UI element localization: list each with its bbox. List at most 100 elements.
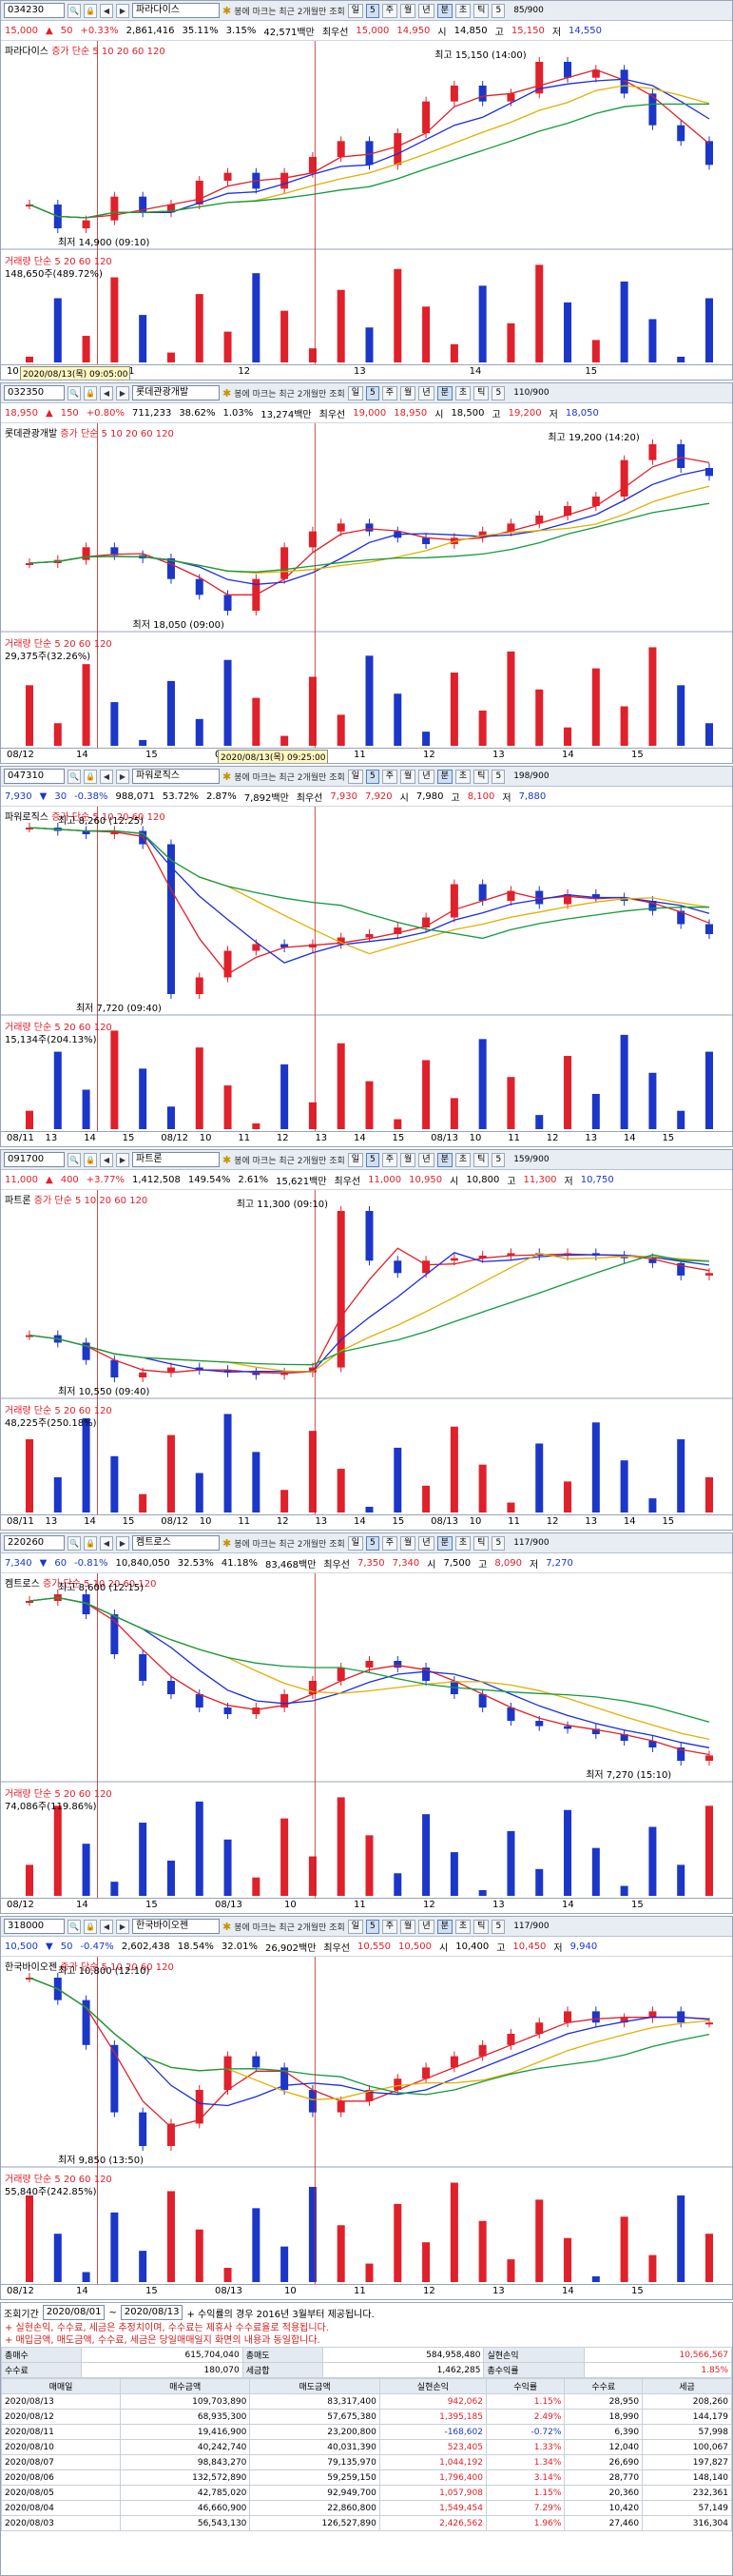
period-button-1[interactable]: 주 [381, 1919, 398, 1934]
price-chart[interactable] [1, 41, 733, 381]
interval-select[interactable]: 5 [366, 3, 379, 18]
period-button-2[interactable]: 월 [400, 1919, 416, 1934]
interval-select[interactable]: 5 [366, 1919, 379, 1934]
next-icon[interactable]: ▶ [116, 3, 129, 18]
period-button-4[interactable]: 분 [436, 1535, 453, 1551]
next-icon[interactable]: ▶ [116, 385, 129, 400]
period-button-2[interactable]: 월 [400, 1535, 416, 1551]
next-icon[interactable]: ▶ [116, 1919, 129, 1934]
search-icon[interactable]: 🔍 [68, 3, 81, 18]
period-button-6[interactable]: 틱 [473, 385, 490, 400]
interval-select[interactable]: 5 [366, 385, 379, 400]
lock-icon[interactable]: 🔒 [84, 1535, 97, 1551]
period-button-6[interactable]: 틱 [473, 1535, 490, 1551]
period-button-0[interactable]: 일 [347, 1919, 364, 1934]
stock-code-input[interactable]: 220260 [4, 1535, 65, 1551]
stock-name[interactable]: 한국바이오젠 [132, 1919, 220, 1934]
next-icon[interactable]: ▶ [116, 1535, 129, 1551]
period-button-2[interactable]: 월 [400, 769, 416, 784]
lock-icon[interactable]: 🔒 [84, 1152, 97, 1167]
price-chart[interactable] [1, 1573, 733, 1914]
period-button-4[interactable]: 분 [436, 1152, 453, 1167]
interval-select[interactable]: 5 [492, 3, 506, 18]
period-button-0[interactable]: 일 [347, 1535, 364, 1551]
interval-select[interactable]: 5 [366, 1152, 379, 1167]
period-button-3[interactable]: 년 [418, 1152, 434, 1167]
period-button-6[interactable]: 틱 [473, 769, 490, 784]
lock-icon[interactable]: 🔒 [84, 769, 97, 784]
prev-icon[interactable]: ◀ [100, 385, 113, 400]
interval-select[interactable]: 5 [492, 769, 506, 784]
price-chart[interactable] [1, 807, 733, 1147]
lock-icon[interactable]: 🔒 [84, 3, 97, 18]
interval-select[interactable]: 5 [492, 1152, 506, 1167]
stock-code-input[interactable]: 091700 [4, 1152, 65, 1167]
lock-icon[interactable]: 🔒 [84, 385, 97, 400]
column-header[interactable]: 수수료 [564, 2378, 644, 2394]
period-button-2[interactable]: 월 [400, 3, 416, 18]
column-header[interactable]: 실현손익 [378, 2378, 487, 2394]
interval-select[interactable]: 5 [492, 1919, 506, 1934]
price-chart[interactable] [1, 423, 733, 764]
period-button-6[interactable]: 틱 [473, 1919, 490, 1934]
stock-code-input[interactable]: 318000 [4, 1919, 65, 1934]
search-icon[interactable]: 🔍 [68, 1919, 81, 1934]
period-button-5[interactable]: 초 [454, 385, 472, 400]
period-button-0[interactable]: 일 [347, 769, 364, 784]
period-button-3[interactable]: 년 [418, 3, 434, 18]
period-button-5[interactable]: 초 [454, 1535, 472, 1551]
table-row[interactable]: 2020/08/04 46,660,900 22,860,800 1,549,454 7… [1, 2500, 732, 2516]
table-row[interactable]: 2020/08/05 42,785,020 92,949,700 1,057,908 1… [1, 2485, 732, 2501]
stock-name[interactable]: 파라다이스 [132, 3, 220, 18]
price-chart[interactable] [1, 1957, 733, 2300]
table-row[interactable]: 2020/08/10 40,242,740 40,031,390 523,405 1.3… [1, 2439, 732, 2455]
prev-icon[interactable]: ◀ [100, 1535, 113, 1551]
period-button-0[interactable]: 일 [347, 3, 364, 18]
table-row[interactable]: 2020/08/13 109,703,890 83,317,400 942,062 1.… [1, 2393, 732, 2410]
search-icon[interactable]: 🔍 [68, 1535, 81, 1551]
interval-select[interactable]: 5 [492, 1535, 506, 1551]
interval-select[interactable]: 5 [492, 385, 506, 400]
period-button-3[interactable]: 년 [418, 1919, 434, 1934]
stock-code-input[interactable]: 034230 [4, 3, 65, 18]
prev-icon[interactable]: ◀ [100, 1152, 113, 1167]
period-button-3[interactable]: 년 [418, 769, 434, 784]
table-row[interactable]: 2020/08/03 56,543,130 126,527,890 2,426,562… [1, 2515, 732, 2531]
stock-name[interactable]: 파워로직스 [132, 769, 220, 784]
period-button-5[interactable]: 초 [454, 3, 472, 18]
period-button-1[interactable]: 주 [381, 769, 398, 784]
prev-icon[interactable]: ◀ [100, 3, 113, 18]
search-icon[interactable]: 🔍 [68, 1152, 81, 1167]
table-row[interactable]: 2020/08/12 68,935,300 57,675,380 1,395,185 2… [1, 2409, 732, 2425]
column-header[interactable]: 매매일 [1, 2378, 121, 2394]
period-button-6[interactable]: 틱 [473, 3, 490, 18]
stock-code-input[interactable]: 047310 [4, 769, 65, 784]
period-button-1[interactable]: 주 [381, 385, 398, 400]
column-header[interactable]: 세금 [642, 2378, 732, 2394]
period-button-5[interactable]: 초 [454, 769, 472, 784]
stock-code-input[interactable]: 032350 [4, 385, 65, 400]
period-button-0[interactable]: 일 [347, 1152, 364, 1167]
date-from-input[interactable]: 2020/08/01 [42, 2305, 106, 2320]
period-button-4[interactable]: 분 [436, 3, 453, 18]
period-button-5[interactable]: 초 [454, 1919, 472, 1934]
lock-icon[interactable]: 🔒 [84, 1919, 97, 1934]
period-button-5[interactable]: 초 [454, 1152, 472, 1167]
period-button-6[interactable]: 틱 [473, 1152, 490, 1167]
period-button-1[interactable]: 주 [381, 1535, 398, 1551]
next-icon[interactable]: ▶ [116, 1152, 129, 1167]
period-button-2[interactable]: 월 [400, 1152, 416, 1167]
column-header[interactable]: 매도금액 [249, 2378, 380, 2394]
period-button-2[interactable]: 월 [400, 385, 416, 400]
price-chart[interactable] [1, 1190, 733, 1531]
search-icon[interactable]: 🔍 [68, 769, 81, 784]
interval-select[interactable]: 5 [366, 769, 379, 784]
period-button-1[interactable]: 주 [381, 1152, 398, 1167]
column-header[interactable]: 매수금액 [119, 2378, 251, 2394]
period-button-4[interactable]: 분 [436, 769, 453, 784]
stock-name[interactable]: 파트론 [132, 1152, 220, 1167]
interval-select[interactable]: 5 [366, 1535, 379, 1551]
table-row[interactable]: 2020/08/07 98,843,270 79,135,970 1,044,192 1… [1, 2454, 732, 2470]
stock-name[interactable]: 켐트로스 [132, 1535, 220, 1551]
period-button-1[interactable]: 주 [381, 3, 398, 18]
